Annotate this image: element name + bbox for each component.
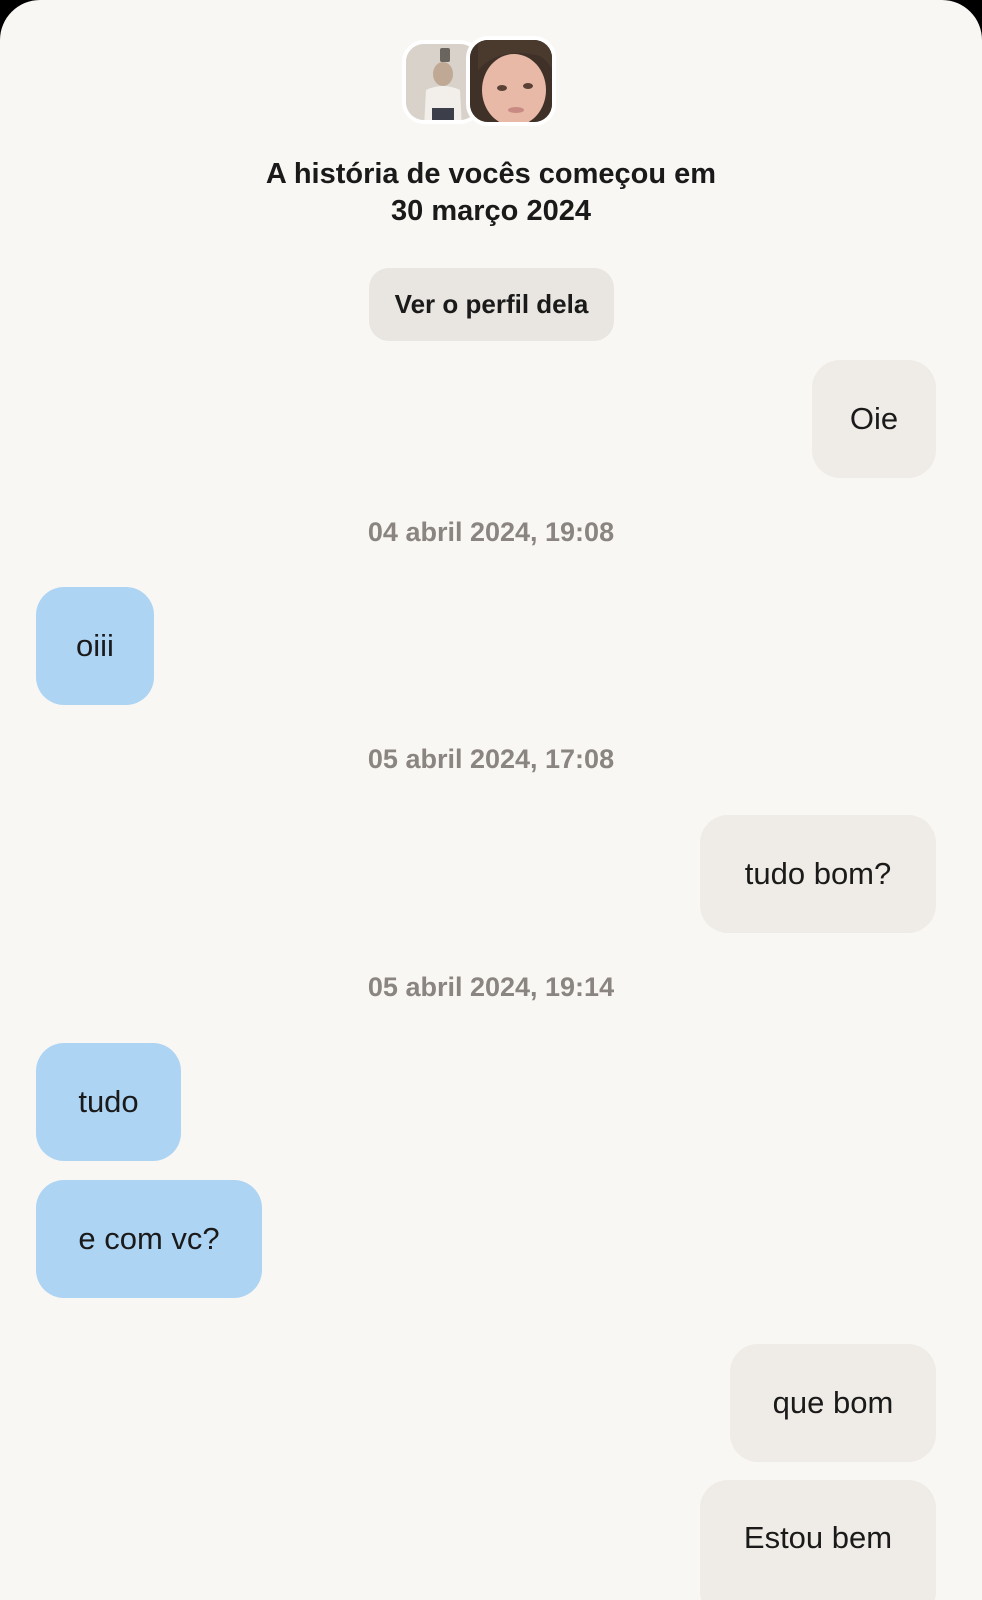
- view-profile-button[interactable]: Ver o perfil dela: [369, 268, 614, 341]
- message-received[interactable]: e com vc?: [36, 1180, 262, 1298]
- title-line-1: A história de vocês começou em: [265, 158, 717, 190]
- match-avatar: [466, 36, 556, 126]
- message-timestamp: 05 abril 2024, 19:14: [367, 972, 615, 1002]
- title-date: 30 março 2024: [391, 195, 591, 227]
- match-avatars: [402, 36, 562, 130]
- message-sent[interactable]: Estou bem: [700, 1480, 936, 1600]
- message-sent[interactable]: que bom: [730, 1344, 936, 1462]
- message-sent[interactable]: tudo bom?: [700, 815, 936, 933]
- conversation-start-title: A história de vocês começou em 30 março …: [0, 156, 982, 230]
- message-timestamp: 04 abril 2024, 19:08: [367, 517, 615, 547]
- message-sent[interactable]: Oie: [812, 360, 936, 478]
- chat-screen: A história de vocês começou em 30 março …: [0, 0, 982, 1600]
- message-received[interactable]: tudo: [36, 1043, 181, 1161]
- message-received[interactable]: oiii: [36, 587, 154, 705]
- message-timestamp: 05 abril 2024, 17:08: [367, 744, 615, 774]
